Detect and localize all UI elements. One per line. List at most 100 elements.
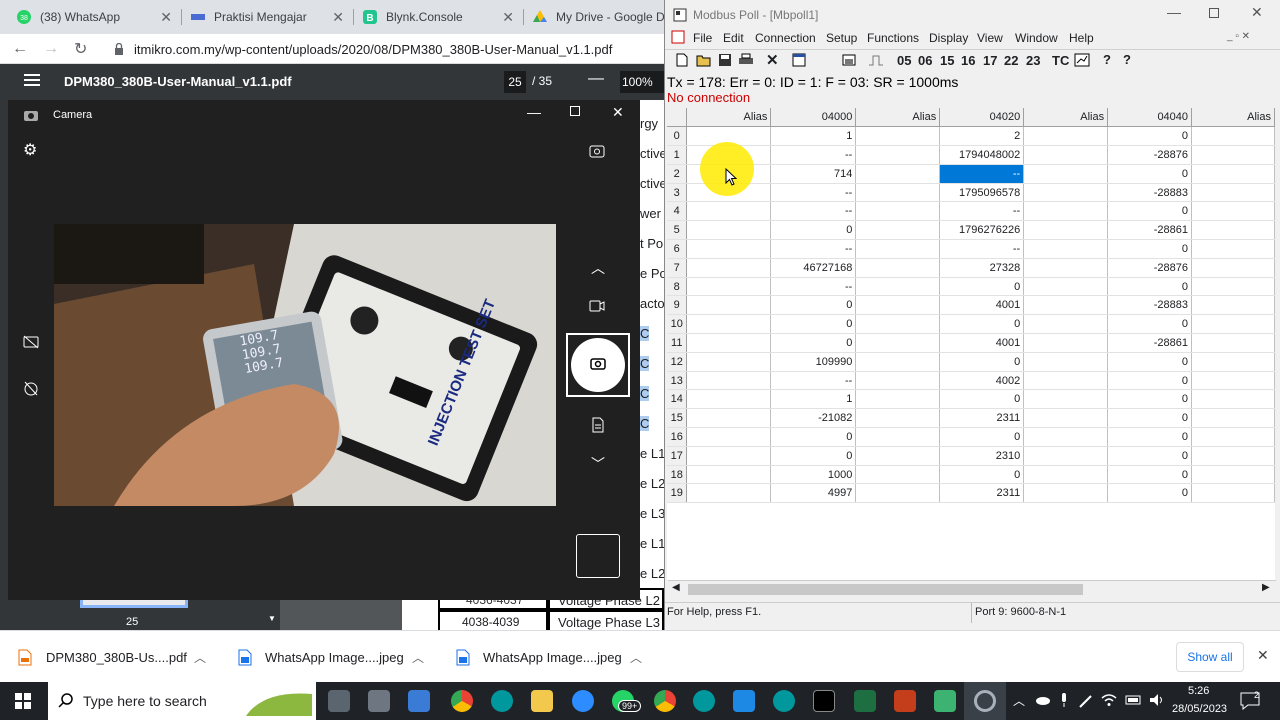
value-cell[interactable]: 0 [939,389,1025,410]
windows-start-icon[interactable] [15,693,31,709]
visual-studio-icon[interactable] [408,690,430,712]
minimize-button[interactable]: — [1167,4,1181,20]
value-cell[interactable]: 0 [1107,408,1193,429]
alias-cell[interactable] [1191,314,1275,335]
alias-cell[interactable] [1191,258,1275,278]
zoom-icon[interactable] [572,690,594,712]
alias-cell[interactable] [1023,277,1109,297]
alias-cell[interactable] [855,258,941,278]
alias-cell[interactable] [686,483,772,504]
lock-icon[interactable] [114,43,124,55]
tab-drive[interactable]: My Drive - Google Dr [524,0,664,34]
alias-cell[interactable] [1023,352,1109,372]
alias-cell[interactable] [1023,427,1109,447]
menu-connection[interactable]: Connection [755,31,816,45]
alias-cell[interactable] [686,446,772,466]
zoom-out-icon[interactable]: — [588,70,604,88]
alias-cell[interactable] [855,483,941,504]
switch-camera-icon[interactable] [589,144,605,158]
menu-help[interactable]: Help [1069,31,1094,45]
alias-cell[interactable] [855,201,941,222]
alias-column-header[interactable]: Alias [1023,108,1109,128]
alias-cell[interactable] [1023,446,1109,466]
alias-cell[interactable] [855,295,941,316]
value-cell[interactable]: -28883 [1107,295,1193,316]
value-cell[interactable]: 0 [1107,427,1193,447]
pen-icon[interactable] [1078,693,1094,709]
alias-cell[interactable] [686,389,772,410]
function-code-16[interactable]: 16 [961,53,975,68]
alias-cell[interactable] [686,314,772,335]
alias-cell[interactable] [1191,408,1275,429]
download-item[interactable]: WhatsApp Image....jpeg ︿ [238,647,438,669]
alias-cell[interactable] [686,295,772,316]
alias-cell[interactable] [855,126,941,147]
scroll-left-icon[interactable]: ◀ [672,582,680,593]
value-cell[interactable]: 0 [1107,201,1193,222]
alias-cell[interactable] [1191,277,1275,297]
alias-cell[interactable] [1191,352,1275,372]
alias-cell[interactable] [1023,239,1109,259]
maximize-button[interactable] [1209,8,1219,18]
alias-cell[interactable] [1023,389,1109,410]
alias-cell[interactable] [686,277,772,297]
app-icon[interactable] [934,690,956,712]
value-cell[interactable]: -28883 [1107,183,1193,203]
whatsapp-icon[interactable]: 99+ [612,690,642,712]
alias-cell[interactable] [686,201,772,222]
function-code-17[interactable]: 17 [983,53,997,68]
value-cell[interactable]: 27328 [939,258,1025,278]
alias-cell[interactable] [855,371,941,391]
alias-cell[interactable] [686,220,772,241]
value-cell[interactable]: 4997 [770,483,857,504]
menu-setup[interactable]: Setup [826,31,857,45]
help-icon[interactable]: ? [1103,52,1111,67]
clock-time[interactable]: 5:26 [1188,685,1209,697]
value-cell[interactable]: -28861 [1107,220,1193,241]
alias-cell[interactable] [1023,145,1109,165]
horizontal-scrollbar[interactable]: ◀ ▶ [668,580,1276,597]
value-cell[interactable]: 1796276226 [939,220,1025,241]
value-cell[interactable]: -- [770,371,857,391]
alias-cell[interactable] [855,389,941,410]
pulse-icon[interactable] [868,53,884,67]
alias-cell[interactable] [855,446,941,466]
alias-cell[interactable] [1023,314,1109,335]
chevron-up-icon[interactable]: ︿ [412,649,424,666]
alias-cell[interactable] [1191,201,1275,222]
value-cell[interactable]: 1794048002 [939,145,1025,165]
alias-cell[interactable] [1191,427,1275,447]
close-button[interactable]: ✕ [1251,4,1263,21]
widgets-icon[interactable] [368,690,390,712]
arduino-icon[interactable] [773,690,795,712]
mdi-controls[interactable]: _ ▫ ✕ [1227,31,1250,42]
function-code-23[interactable]: 23 [1026,53,1040,68]
value-cell[interactable]: 46727168 [770,258,857,278]
volume-icon[interactable] [1149,693,1165,707]
close-tab-icon[interactable]: ✕ [332,9,344,26]
function-code-15[interactable]: 15 [940,53,954,68]
alias-cell[interactable] [1023,483,1109,504]
value-cell[interactable]: 0 [1107,352,1193,372]
alias-cell[interactable] [1023,126,1109,147]
alias-cell[interactable] [686,408,772,429]
alias-cell[interactable] [855,277,941,297]
alias-cell[interactable] [855,333,941,353]
value-cell[interactable]: -28876 [1107,145,1193,165]
value-cell[interactable]: -- [770,239,857,259]
alias-cell[interactable] [1023,371,1109,391]
menu-view[interactable]: View [977,31,1003,45]
alias-cell[interactable] [1191,220,1275,241]
value-cell[interactable]: 1795096578 [939,183,1025,203]
menu-file[interactable]: File [693,31,712,45]
value-cell[interactable]: 0 [770,446,857,466]
alias-column-header[interactable]: Alias [1191,108,1275,128]
alias-cell[interactable] [1023,333,1109,353]
chevron-up-icon[interactable]: ︿ [1013,692,1025,709]
value-cell[interactable]: 0 [1107,314,1193,335]
window-icon[interactable] [792,53,806,67]
chevron-up-icon[interactable]: ︿ [591,258,605,278]
selected-value-cell[interactable]: -- [939,164,1025,184]
alias-cell[interactable] [686,352,772,372]
value-cell[interactable]: -- [770,201,857,222]
